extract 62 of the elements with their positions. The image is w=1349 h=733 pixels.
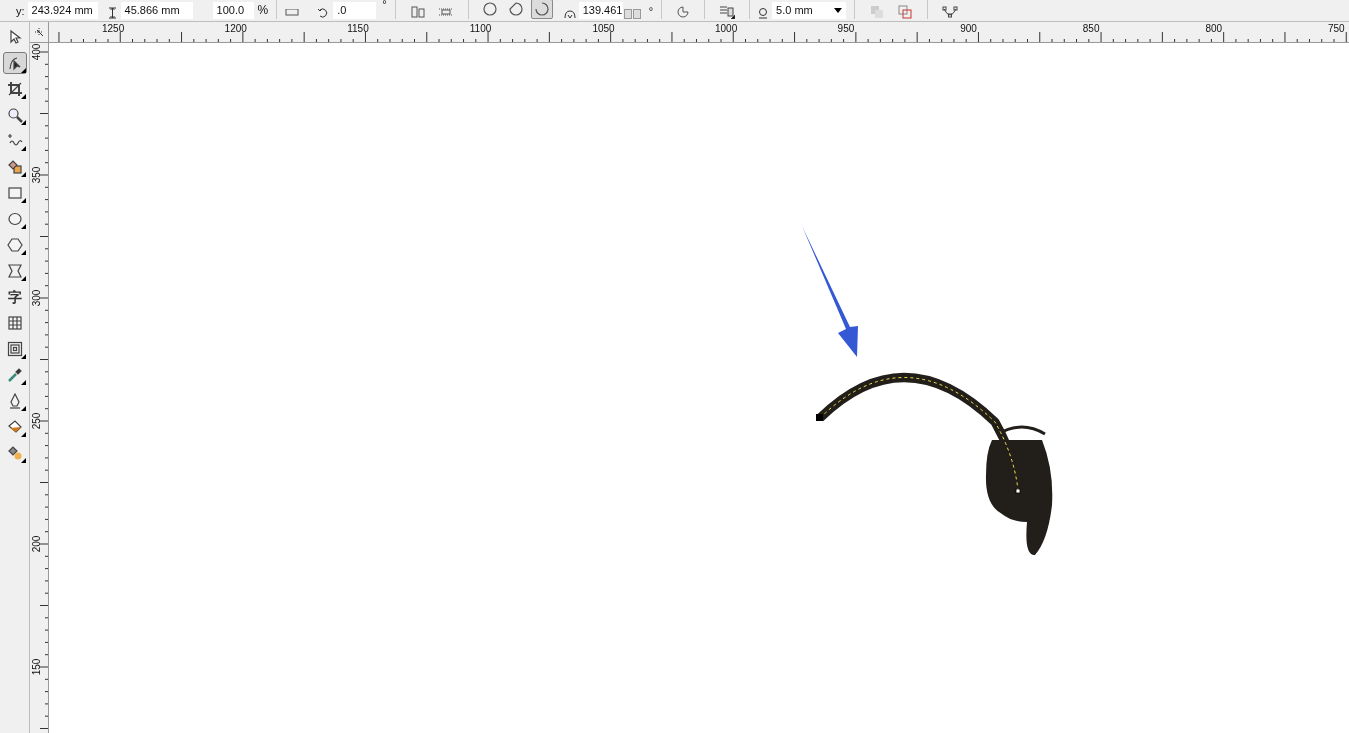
ruler-label: 950: [837, 24, 855, 34]
origin-icon: [34, 27, 44, 37]
height-icon: [107, 7, 117, 19]
hexagon-icon: [6, 237, 23, 253]
ruler-label: 800: [1205, 24, 1223, 34]
percent-label: %: [257, 2, 269, 19]
magnifier-icon: [6, 107, 23, 123]
direction-icon[interactable]: [676, 5, 691, 19]
rectangle-icon: [6, 185, 23, 201]
ruler-label: 350: [32, 166, 42, 184]
tool-button[interactable]: 字: [2, 286, 27, 308]
smart-fill-icon: [6, 159, 23, 175]
vertical-ruler[interactable]: 400 350 300 250 200 150: [30, 43, 49, 733]
ruler-label: 750: [1328, 24, 1345, 34]
distribute-icon[interactable]: [437, 5, 454, 19]
ruler-label: 850: [1082, 24, 1100, 34]
eyedropper-icon: [6, 367, 23, 383]
contour-icon: [6, 341, 23, 357]
arc-mode-button[interactable]: [530, 0, 553, 19]
y-label: y:: [16, 3, 25, 19]
ellipse-icon: [6, 211, 23, 227]
table-icon: [6, 315, 23, 331]
horizontal-ruler[interactable]: 1250 1200 1150 1100 1050 1000 950 900 850 800 750: [49, 22, 1349, 43]
chord-icon: [507, 1, 524, 17]
basic-shapes-icon: [6, 263, 23, 279]
crop-icon: [6, 81, 23, 97]
ruler-label: 150: [32, 658, 42, 676]
y-field[interactable]: 243.924 mm: [27, 2, 98, 19]
height-field[interactable]: 45.866 mm: [120, 2, 193, 19]
ruler-label: 1050: [592, 24, 615, 34]
circle-icon: [481, 1, 498, 17]
tool-button[interactable]: [2, 52, 27, 74]
back-icon[interactable]: [897, 5, 914, 19]
angle-field[interactable]: 139.461: [578, 2, 623, 19]
shape-tool-icon: [6, 55, 23, 71]
ruler-label: 900: [960, 24, 977, 34]
ruler-label: 200: [32, 535, 42, 553]
rotate-icon: [317, 7, 330, 19]
angle-icon: [562, 9, 577, 19]
ruler-label: 1150: [347, 24, 369, 34]
rotation-field[interactable]: .0: [333, 2, 377, 19]
ruler-label: 300: [32, 289, 42, 307]
ruler-corner[interactable]: [30, 22, 49, 43]
scale-field[interactable]: 100.0: [212, 2, 254, 19]
outline-pen-icon: [758, 7, 769, 19]
arc-icon: [533, 1, 550, 17]
interactive-fill-icon: [6, 445, 23, 461]
wrap-icon[interactable]: [719, 5, 736, 19]
ruler-label: 1000: [715, 24, 738, 34]
caret-icon: [834, 8, 843, 13]
outline-width-dropdown[interactable]: 5.0 mm: [772, 2, 847, 19]
mirror-icon[interactable]: [285, 9, 300, 19]
ruler-label: 400: [32, 43, 42, 61]
ruler-label: 250: [32, 412, 42, 430]
align-icon[interactable]: [409, 5, 426, 19]
ruler-label: 1250: [102, 24, 125, 34]
degree-label: °: [648, 4, 654, 19]
ruler-label: 1100: [469, 24, 492, 34]
paint-bucket-icon: [6, 419, 23, 435]
degree-label: °: [382, 0, 387, 12]
ruler-label: 1200: [224, 24, 247, 34]
node-path-icon[interactable]: [942, 5, 959, 19]
